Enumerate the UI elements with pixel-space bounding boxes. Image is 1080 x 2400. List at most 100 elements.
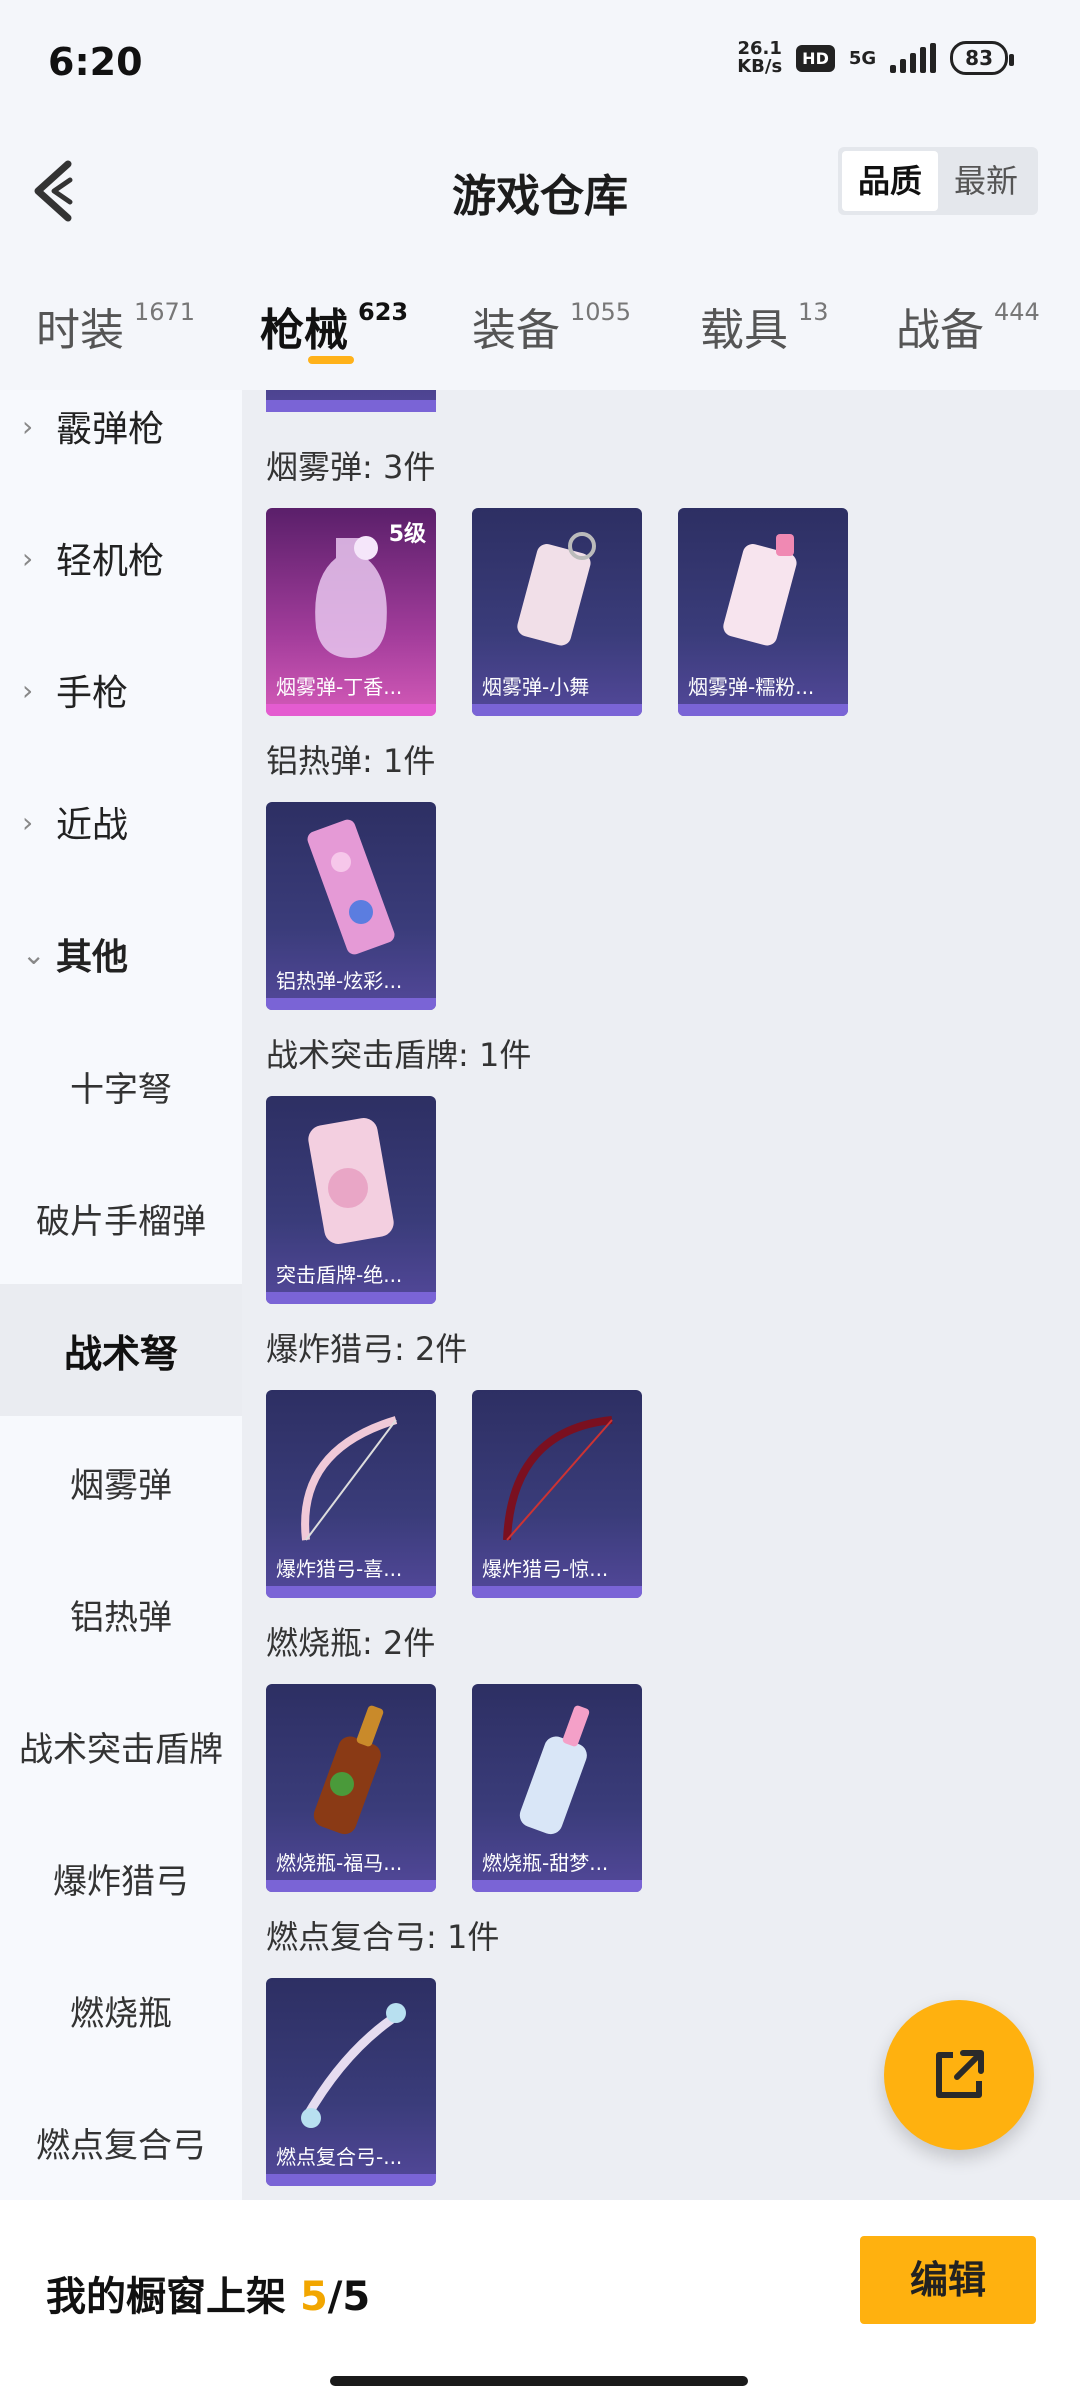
item-card[interactable]: 烟雾弹-糯粉... <box>678 508 848 716</box>
tab-equipment[interactable]: 装备 1055 <box>472 294 631 358</box>
rarity-bar <box>266 704 436 716</box>
sort-latest-button[interactable]: 最新 <box>938 151 1034 211</box>
item-name: 燃点复合弓-... <box>276 2145 403 2169</box>
showcase-current-count: 5 <box>299 2274 328 2320</box>
section-title: 爆炸猎弓: 2件 <box>266 1330 468 1368</box>
item-card[interactable]: 5级 烟雾弹-丁香... <box>266 508 436 716</box>
tab-count: 444 <box>994 298 1040 326</box>
app-header: 游戏仓库 品质 最新 <box>0 130 1080 250</box>
sidebar-item-lmg[interactable]: › 轻机枪 <box>0 492 242 624</box>
item-name: 爆炸猎弓-喜... <box>276 1557 403 1581</box>
section-title: 铝热弹: 1件 <box>266 742 436 780</box>
sidebar-item-label: 近战 <box>56 805 129 846</box>
sidebar-item-molotov[interactable]: 燃烧瓶 <box>0 1944 242 2076</box>
sidebar-item-thermite[interactable]: 铝热弹 <box>0 1548 242 1680</box>
network-type: 5G <box>848 47 877 69</box>
status-bar: 6:20 26.1 KB/s HD 5G 83 <box>0 0 1080 130</box>
section-title: 燃烧瓶: 2件 <box>266 1624 436 1662</box>
sidebar-item-label: 燃点复合弓 <box>36 2125 206 2166</box>
sidebar-item-label: 战术弩 <box>63 1331 178 1376</box>
signal-icon <box>890 43 937 73</box>
shield-icon <box>308 1118 394 1244</box>
tab-label: 时装 <box>36 305 124 356</box>
sidebar-item-label: 铝热弹 <box>70 1597 172 1638</box>
rarity-bar <box>266 1586 436 1598</box>
chevron-right-icon: › <box>22 409 34 443</box>
tab-firearms[interactable]: 枪械 623 <box>260 294 408 358</box>
tab-fashion[interactable]: 时装 1671 <box>36 294 195 358</box>
share-button[interactable] <box>884 2000 1034 2150</box>
tab-label: 战备 <box>896 305 984 356</box>
sort-toggle: 品质 最新 <box>837 147 1038 215</box>
item-name: 爆炸猎弓-惊... <box>482 1557 609 1581</box>
section-title: 战术突击盾牌: 1件 <box>266 1036 532 1074</box>
showcase-status: 我的橱窗上架 5/5 <box>46 2264 370 2322</box>
edit-button[interactable]: 编辑 <box>860 2236 1036 2324</box>
sidebar-item-label: 战术突击盾牌 <box>19 1729 223 1770</box>
item-card[interactable]: 突击盾牌-绝... <box>266 1096 436 1304</box>
sidebar-item-explosive-bow[interactable]: 爆炸猎弓 <box>0 1812 242 1944</box>
rarity-bar <box>472 1586 642 1598</box>
item-name: 烟雾弹-小舞 <box>482 675 590 699</box>
level-badge: 5级 <box>388 522 426 547</box>
chevron-down-icon: ⌄ <box>22 937 46 971</box>
sidebar-item-label: 爆炸猎弓 <box>53 1861 189 1902</box>
network-speed: 26.1 KB/s <box>737 40 782 76</box>
active-tab-indicator <box>308 356 354 364</box>
tab-label: 装备 <box>472 305 560 356</box>
item-name: 铝热弹-炫彩... <box>276 969 403 993</box>
item-card-partial[interactable] <box>266 390 436 412</box>
item-card[interactable]: 爆炸猎弓-惊... <box>472 1390 642 1598</box>
item-card[interactable]: 铝热弹-炫彩... <box>266 802 436 1010</box>
sidebar-item-compound-bow[interactable]: 燃点复合弓 <box>0 2076 242 2208</box>
rarity-bar <box>678 704 848 716</box>
item-name: 燃烧瓶-福马... <box>276 1851 403 1875</box>
section-title: 燃点复合弓: 1件 <box>266 1918 500 1956</box>
bow-icon <box>503 1416 613 1541</box>
item-card[interactable]: 燃烧瓶-福马... <box>266 1684 436 1892</box>
rarity-bar <box>472 1880 642 1892</box>
sidebar-item-tactical-crossbow[interactable]: 战术弩 <box>0 1284 242 1416</box>
sidebar-item-label: 破片手榴弹 <box>36 1201 206 1242</box>
sidebar-item-pistol[interactable]: › 手枪 <box>0 624 242 756</box>
chevron-right-icon: › <box>22 673 34 707</box>
sidebar-item-melee[interactable]: › 近战 <box>0 756 242 888</box>
tab-count: 623 <box>358 298 409 326</box>
tab-supplies[interactable]: 战备 444 <box>896 294 1040 358</box>
molotov-icon <box>313 1705 384 1835</box>
rarity-bar <box>266 400 436 412</box>
sidebar-item-frag-grenade[interactable]: 破片手榴弹 <box>0 1152 242 1284</box>
chevron-right-icon: › <box>22 541 34 575</box>
sidebar-item-smoke-grenade[interactable]: 烟雾弹 <box>0 1416 242 1548</box>
sort-quality-button[interactable]: 品质 <box>841 151 938 211</box>
rarity-bar <box>266 1880 436 1892</box>
item-card[interactable]: 烟雾弹-小舞 <box>472 508 642 716</box>
sidebar-item-other[interactable]: ⌄ 其他 <box>0 888 242 1020</box>
item-card[interactable]: 爆炸猎弓-喜... <box>266 1390 436 1598</box>
chevron-right-icon: › <box>22 805 34 839</box>
bow-icon <box>301 1416 398 1541</box>
sidebar-item-label: 烟雾弹 <box>70 1465 172 1506</box>
tab-count: 13 <box>798 298 829 326</box>
clock: 6:20 <box>48 40 143 84</box>
sidebar-item-crossbow[interactable]: 十字弩 <box>0 1020 242 1152</box>
sidebar-item-label: 手枪 <box>56 673 129 714</box>
compound-bow-icon <box>301 2003 406 2128</box>
sidebar-item-label: 其他 <box>56 937 129 978</box>
battery-icon: 83 <box>950 41 1014 75</box>
sidebar-item-shotgun[interactable]: › 霰弹枪 <box>0 360 242 492</box>
speed-unit: KB/s <box>737 56 783 77</box>
category-sidebar: › 霰弹枪 › 轻机枪 › 手枪 › 近战 ⌄ 其他 十字弩 破片手榴弹 战术弩… <box>0 390 242 2200</box>
tab-vehicles[interactable]: 载具 13 <box>700 294 829 358</box>
home-indicator[interactable] <box>330 2376 748 2386</box>
item-card[interactable]: 燃烧瓶-甜梦... <box>472 1684 642 1892</box>
item-grid-panel[interactable]: 烟雾弹: 3件 5级 烟雾弹-丁香... 烟雾弹-小舞 烟雾弹-糯粉... 铝热… <box>242 390 1080 2200</box>
showcase-label: 我的橱窗上架 <box>46 2274 286 2320</box>
item-name: 突击盾牌-绝... <box>276 1263 403 1287</box>
tab-label: 载具 <box>700 305 788 356</box>
item-card[interactable]: 燃点复合弓-... <box>266 1978 436 2186</box>
item-name: 烟雾弹-丁香... <box>276 675 403 699</box>
sidebar-item-assault-shield[interactable]: 战术突击盾牌 <box>0 1680 242 1812</box>
tab-label: 枪械 <box>260 305 348 356</box>
share-external-icon <box>936 2050 984 2098</box>
